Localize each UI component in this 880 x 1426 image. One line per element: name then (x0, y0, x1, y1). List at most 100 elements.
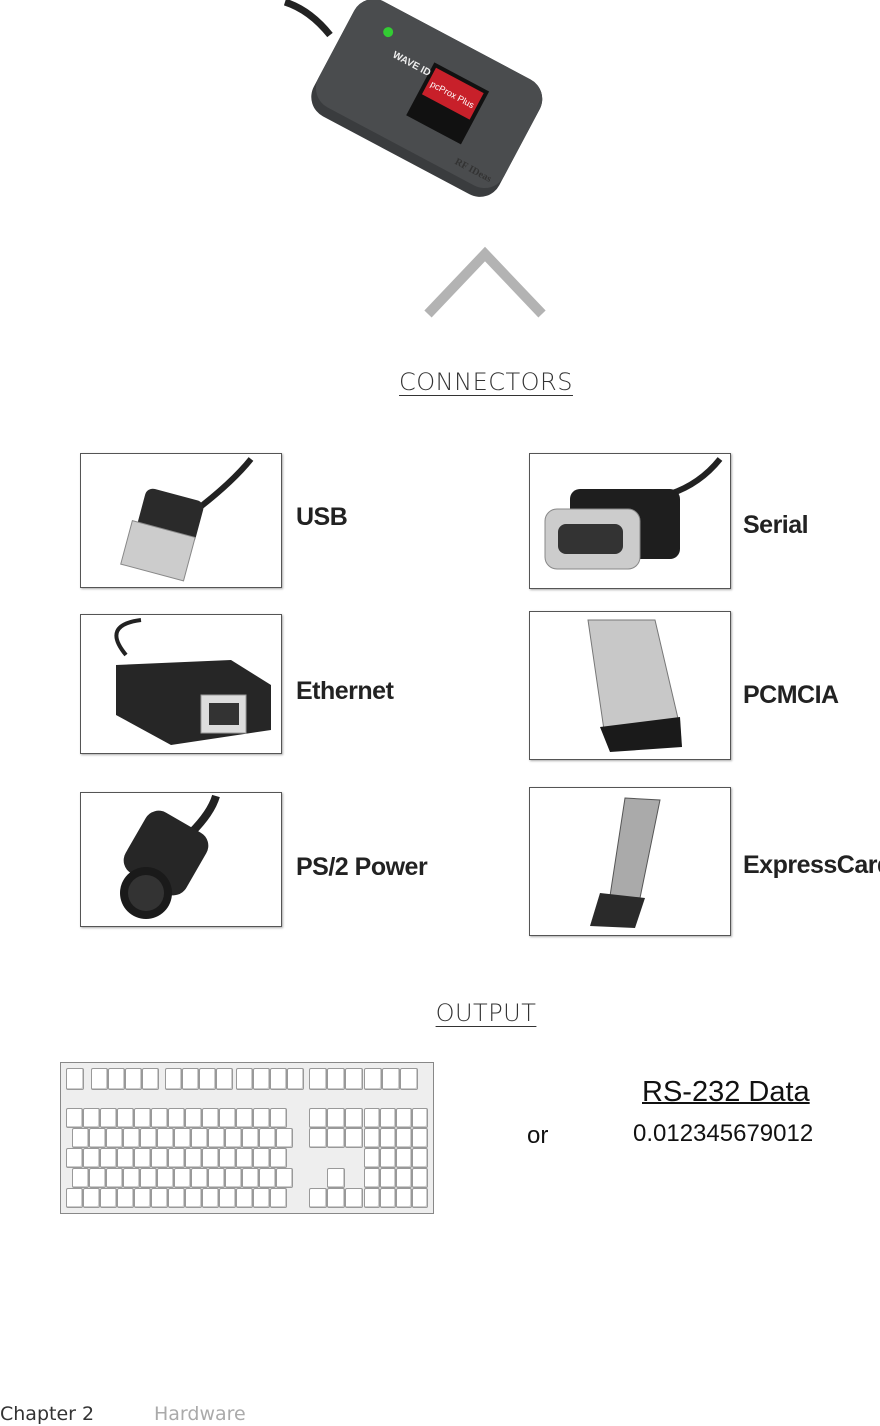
keyboard-key (174, 1168, 191, 1188)
keyboard-key (400, 1068, 418, 1090)
pcmcia-card-image (529, 611, 731, 760)
keyboard-key (83, 1188, 100, 1208)
keyboard-key (309, 1068, 327, 1090)
keyboard-key (396, 1148, 412, 1168)
keyboard-key (100, 1108, 117, 1128)
keyboard-key (199, 1068, 216, 1090)
keyboard-key (157, 1168, 174, 1188)
or-text: or (527, 1122, 549, 1149)
footer-section: Hardware (154, 1403, 246, 1425)
keyboard-key (66, 1188, 83, 1208)
keyboard-key (259, 1168, 276, 1188)
keyboard-key (168, 1148, 185, 1168)
keyboard-key (108, 1068, 125, 1090)
keyboard-key (216, 1068, 233, 1090)
keyboard-key (276, 1168, 293, 1188)
keyboard-key (364, 1168, 380, 1188)
keyboard-key (219, 1108, 236, 1128)
keyboard-key (72, 1168, 89, 1188)
keyboard-key (412, 1128, 428, 1148)
keyboard-key (380, 1188, 396, 1208)
keyboard-key (327, 1168, 345, 1188)
keyboard-key (157, 1128, 174, 1148)
keyboard-key (345, 1068, 363, 1090)
keyboard-key (185, 1148, 202, 1168)
keyboard-key (236, 1108, 253, 1128)
keyboard-key (242, 1168, 259, 1188)
keyboard-image (60, 1062, 434, 1214)
keyboard-key (364, 1148, 380, 1168)
keyboard-key (66, 1108, 83, 1128)
keyboard-key (151, 1188, 168, 1208)
keyboard-key (412, 1168, 428, 1188)
keyboard-key (142, 1068, 159, 1090)
keyboard-key (168, 1188, 185, 1208)
rs232-title: RS-232 Data (642, 1076, 810, 1108)
footer-chapter: Chapter 2 (0, 1403, 95, 1425)
keyboard-key (236, 1148, 253, 1168)
keyboard-key (208, 1128, 225, 1148)
keyboard-key (253, 1108, 270, 1128)
keyboard-key (100, 1148, 117, 1168)
keyboard-key (380, 1168, 396, 1188)
keyboard-key (236, 1188, 253, 1208)
keyboard-key (253, 1188, 270, 1208)
keyboard-key (309, 1108, 327, 1128)
keyboard-key (165, 1068, 182, 1090)
document-page: pcProx Plus WAVE ID RF IDeas CONNECTORS … (0, 0, 880, 1426)
keyboard-key (225, 1168, 242, 1188)
ethernet-connector-image (80, 614, 282, 754)
keyboard-key (140, 1168, 157, 1188)
rfid-reader-image: pcProx Plus WAVE ID RF IDeas (283, 0, 543, 197)
usb-connector-image (80, 453, 282, 588)
keyboard-key (182, 1068, 199, 1090)
keyboard-key (259, 1128, 276, 1148)
keyboard-key (117, 1108, 134, 1128)
keyboard-key (309, 1188, 327, 1208)
keyboard-key (106, 1128, 123, 1148)
keyboard-key (83, 1108, 100, 1128)
keyboard-key (345, 1108, 363, 1128)
keyboard-key (327, 1188, 345, 1208)
keyboard-key (364, 1188, 380, 1208)
keyboard-key (412, 1188, 428, 1208)
keyboard-key (287, 1068, 304, 1090)
keyboard-key (412, 1108, 428, 1128)
serial-connector-image (529, 453, 731, 589)
ps2-power-label: PS/2 Power (296, 853, 428, 881)
keyboard-key (151, 1148, 168, 1168)
keyboard-key (327, 1068, 345, 1090)
keyboard-key (380, 1108, 396, 1128)
rs232-value: 0.012345679012 (633, 1120, 814, 1147)
keyboard-key (327, 1108, 345, 1128)
keyboard-key (106, 1168, 123, 1188)
keyboard-key (412, 1148, 428, 1168)
keyboard-key (83, 1148, 100, 1168)
keyboard-key (66, 1148, 83, 1168)
output-heading: OUTPUT (435, 999, 537, 1027)
keyboard-key (89, 1168, 106, 1188)
keyboard-key (202, 1188, 219, 1208)
keyboard-key (219, 1188, 236, 1208)
keyboard-key (364, 1128, 380, 1148)
keyboard-key (364, 1108, 380, 1128)
keyboard-key (117, 1188, 134, 1208)
keyboard-key (151, 1108, 168, 1128)
keyboard-key (123, 1168, 140, 1188)
keyboard-key (140, 1128, 157, 1148)
keyboard-key (225, 1128, 242, 1148)
keyboard-key (123, 1128, 140, 1148)
keyboard-key (191, 1168, 208, 1188)
keyboard-key (91, 1068, 108, 1090)
keyboard-key (380, 1148, 396, 1168)
keyboard-key (345, 1128, 363, 1148)
usb-label: USB (296, 503, 348, 531)
keyboard-key (276, 1128, 293, 1148)
keyboard-key (125, 1068, 142, 1090)
keyboard-key (219, 1148, 236, 1168)
ethernet-label: Ethernet (296, 677, 394, 705)
pcmcia-label: PCMCIA (743, 681, 839, 709)
keyboard-key (89, 1128, 106, 1148)
keyboard-key (380, 1128, 396, 1148)
keyboard-key (242, 1128, 259, 1148)
